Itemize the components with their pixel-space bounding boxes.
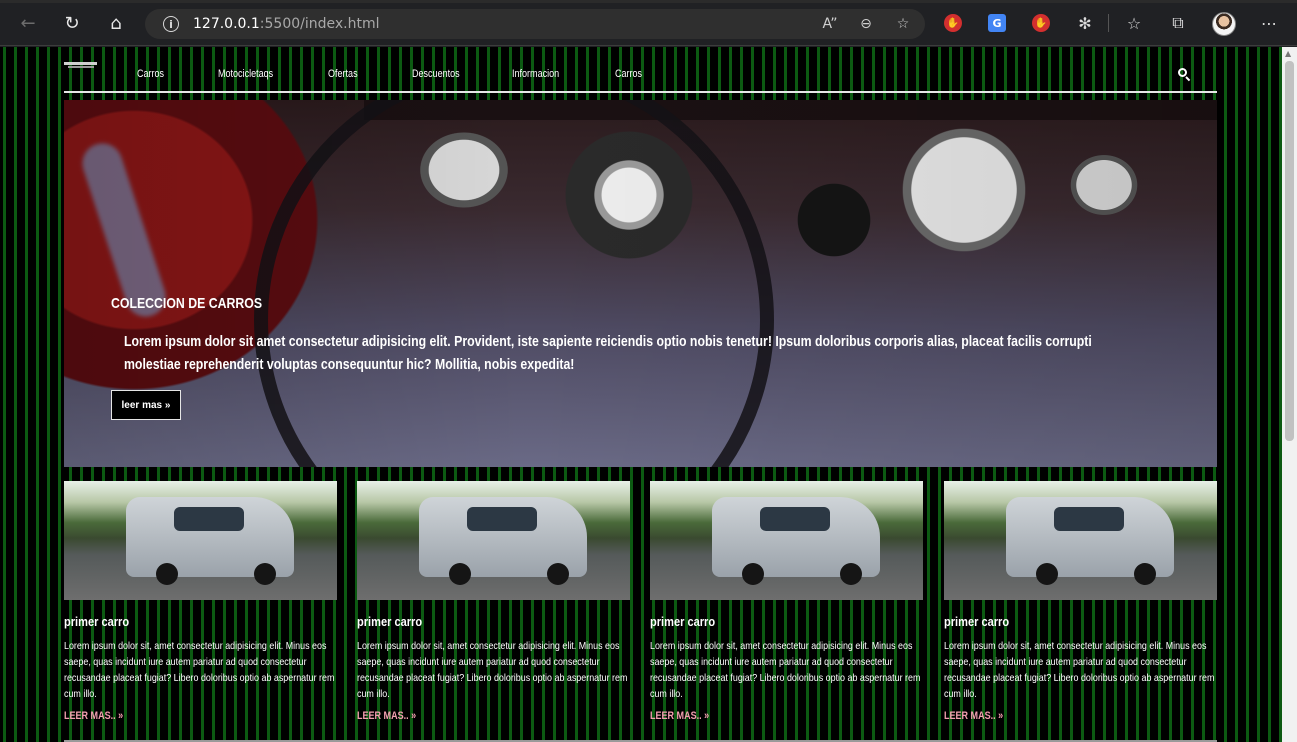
translate-extension-icon[interactable]: G: [987, 13, 1007, 33]
car-card-title: primer carro: [650, 614, 716, 629]
read-aloud-icon[interactable]: A”: [820, 15, 840, 33]
toolbar-separator: [1108, 14, 1109, 32]
hero-text: Lorem ipsum dolor sit amet consectetur a…: [124, 333, 1092, 373]
stop-hand-icon: ✋: [1032, 14, 1050, 32]
site-navbar: Carros Motocicletaqs Ofertas Descuentos …: [64, 57, 1217, 93]
stop-hand-icon: ✋: [944, 14, 962, 32]
adblock-extension-icon[interactable]: ✋: [943, 13, 963, 33]
collections-icon[interactable]: ⧉: [1168, 13, 1188, 33]
add-favorite-icon[interactable]: ☆: [893, 15, 913, 33]
car-card-text: Lorem ipsum dolor sit, amet consectetur …: [64, 640, 335, 700]
car-card-read-more-link[interactable]: LEER MAS.. »: [650, 710, 709, 722]
scroll-up-icon[interactable]: ▲: [1285, 49, 1291, 58]
page-viewport: Carros Motocicletaqs Ofertas Descuentos …: [0, 47, 1282, 742]
google-translate-icon: G: [988, 14, 1006, 32]
nav-link-informacion[interactable]: Informacion: [512, 68, 559, 80]
car-card-image[interactable]: [357, 481, 630, 600]
zoom-out-icon[interactable]: ⊖: [856, 15, 876, 33]
car-card-image[interactable]: [64, 481, 337, 600]
car-card-title: primer carro: [944, 614, 1010, 629]
home-icon[interactable]: ⌂: [104, 11, 128, 35]
url-host: 127.0.0.1: [193, 16, 260, 32]
car-card-image[interactable]: [650, 481, 923, 600]
info-icon[interactable]: i: [163, 16, 179, 32]
nav-link-carros-2[interactable]: Carros: [615, 68, 642, 80]
address-bar[interactable]: i 127.0.0.1:5500/index.html A” ⊖ ☆: [145, 9, 925, 39]
hero-read-more-button[interactable]: leer mas »: [111, 390, 181, 420]
hero-title: COLECCION DE CARROS: [111, 295, 263, 312]
nav-link-carros[interactable]: Carros: [137, 68, 164, 80]
reload-icon[interactable]: ↻: [60, 11, 84, 35]
favorites-icon[interactable]: ☆: [1124, 13, 1144, 33]
car-card-image[interactable]: [944, 481, 1217, 600]
profile-avatar[interactable]: [1212, 12, 1236, 36]
car-card-read-more-link[interactable]: LEER MAS.. »: [944, 710, 1003, 722]
more-icon[interactable]: ⋯: [1259, 13, 1279, 33]
car-card-read-more-link[interactable]: LEER MAS.. »: [357, 710, 416, 722]
tab-strip-edge: [0, 0, 1297, 3]
url-text[interactable]: 127.0.0.1:5500/index.html: [193, 16, 380, 32]
page-scrollbar[interactable]: ▲: [1282, 47, 1297, 742]
car-card-title: primer carro: [64, 614, 130, 629]
car-card-text: Lorem ipsum dolor sit, amet consectetur …: [650, 640, 921, 700]
adblock-extension-icon[interactable]: ✋: [1031, 13, 1051, 33]
car-card-read-more-link[interactable]: LEER MAS.. »: [64, 710, 123, 722]
extensions-icon[interactable]: ✻: [1075, 13, 1095, 33]
back-icon[interactable]: ←: [16, 11, 40, 35]
scrollbar-thumb[interactable]: [1285, 61, 1294, 441]
search-icon[interactable]: [1178, 68, 1191, 82]
nav-link-descuentos[interactable]: Descuentos: [412, 68, 460, 80]
browser-toolbar: ← ↻ ⌂ i 127.0.0.1:5500/index.html A” ⊖ ☆…: [0, 0, 1297, 46]
url-path: :5500/index.html: [259, 16, 380, 32]
car-card-text: Lorem ipsum dolor sit, amet consectetur …: [944, 640, 1215, 700]
nav-link-ofertas[interactable]: Ofertas: [328, 68, 358, 80]
nav-link-motocicletaqs[interactable]: Motocicletaqs: [218, 68, 273, 80]
car-card-text: Lorem ipsum dolor sit, amet consectetur …: [357, 640, 628, 700]
car-card-title: primer carro: [357, 614, 423, 629]
site-logo[interactable]: [64, 60, 97, 70]
hero-banner: COLECCION DE CARROS Lorem ipsum dolor si…: [64, 100, 1217, 467]
